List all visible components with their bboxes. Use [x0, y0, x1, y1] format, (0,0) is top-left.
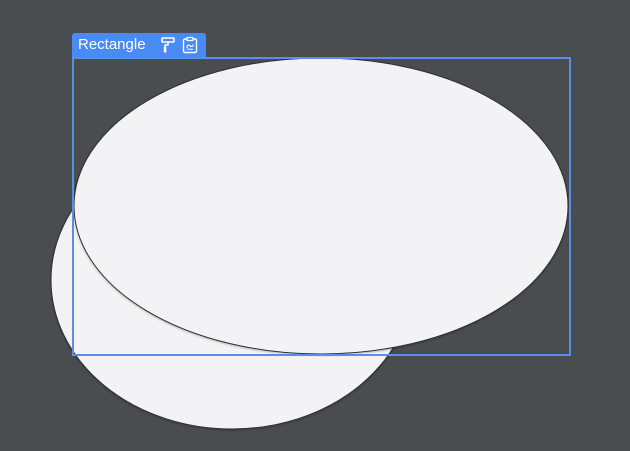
paint-roller-icon[interactable]	[158, 35, 178, 55]
ellipse-shape-front[interactable]	[73, 57, 569, 355]
selection-layer-name: Rectangle	[78, 36, 146, 53]
clipboard-icon[interactable]	[180, 35, 200, 55]
selection-label: Rectangle	[72, 33, 206, 57]
shapes-layer	[50, 57, 569, 430]
design-canvas[interactable]: Rectangle	[0, 0, 630, 451]
